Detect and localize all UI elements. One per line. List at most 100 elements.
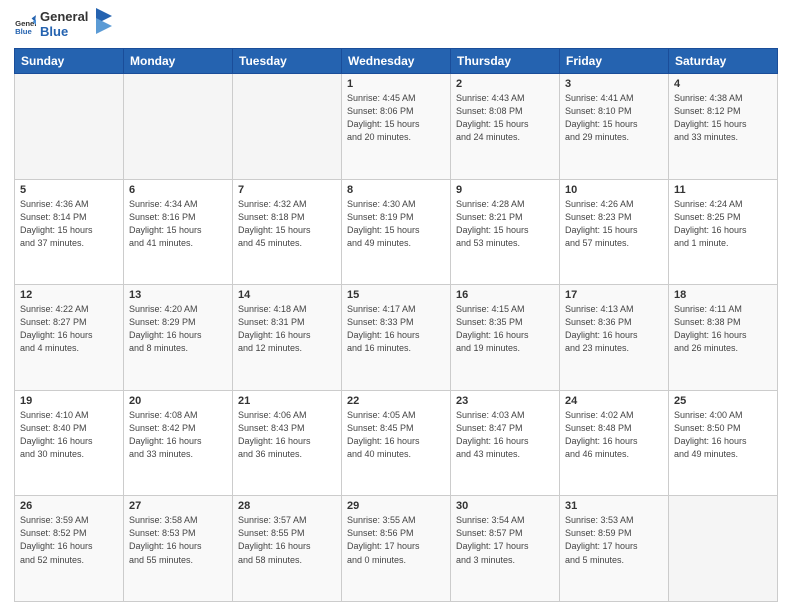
day-info: Sunrise: 3:53 AM Sunset: 8:59 PM Dayligh…: [565, 514, 663, 566]
day-info: Sunrise: 4:22 AM Sunset: 8:27 PM Dayligh…: [20, 303, 118, 355]
day-number: 19: [20, 395, 118, 407]
day-number: 5: [20, 184, 118, 196]
day-number: 21: [238, 395, 336, 407]
day-number: 18: [674, 289, 772, 301]
day-info: Sunrise: 4:36 AM Sunset: 8:14 PM Dayligh…: [20, 198, 118, 250]
day-info: Sunrise: 4:32 AM Sunset: 8:18 PM Dayligh…: [238, 198, 336, 250]
calendar-cell: [233, 73, 342, 179]
day-info: Sunrise: 4:45 AM Sunset: 8:06 PM Dayligh…: [347, 92, 445, 144]
calendar-cell: 28 Sunrise: 3:57 AM Sunset: 8:55 PM Dayli…: [233, 496, 342, 602]
day-info: Sunrise: 4:30 AM Sunset: 8:19 PM Dayligh…: [347, 198, 445, 250]
calendar-week-row: 26 Sunrise: 3:59 AM Sunset: 8:52 PM Dayli…: [15, 496, 778, 602]
weekday-header-friday: Friday: [560, 48, 669, 73]
day-info: Sunrise: 3:57 AM Sunset: 8:55 PM Dayligh…: [238, 514, 336, 566]
day-number: 15: [347, 289, 445, 301]
page-header: General Blue General Blue: [14, 10, 778, 40]
calendar-cell: 27 Sunrise: 3:58 AM Sunset: 8:53 PM Dayli…: [124, 496, 233, 602]
calendar-cell: 29 Sunrise: 3:55 AM Sunset: 8:56 PM Dayli…: [342, 496, 451, 602]
day-info: Sunrise: 4:11 AM Sunset: 8:38 PM Dayligh…: [674, 303, 772, 355]
day-number: 8: [347, 184, 445, 196]
day-info: Sunrise: 4:15 AM Sunset: 8:35 PM Dayligh…: [456, 303, 554, 355]
weekday-header-monday: Monday: [124, 48, 233, 73]
day-info: Sunrise: 4:41 AM Sunset: 8:10 PM Dayligh…: [565, 92, 663, 144]
day-info: Sunrise: 4:24 AM Sunset: 8:25 PM Dayligh…: [674, 198, 772, 250]
day-number: 27: [129, 500, 227, 512]
day-number: 30: [456, 500, 554, 512]
weekday-header-thursday: Thursday: [451, 48, 560, 73]
day-number: 10: [565, 184, 663, 196]
calendar-cell: 6 Sunrise: 4:34 AM Sunset: 8:16 PM Daylig…: [124, 179, 233, 285]
day-number: 20: [129, 395, 227, 407]
day-number: 31: [565, 500, 663, 512]
day-info: Sunrise: 4:00 AM Sunset: 8:50 PM Dayligh…: [674, 409, 772, 461]
day-info: Sunrise: 4:08 AM Sunset: 8:42 PM Dayligh…: [129, 409, 227, 461]
day-number: 22: [347, 395, 445, 407]
calendar-cell: 11Sunrise: 4:24 AM Sunset: 8:25 PM Dayli…: [669, 179, 778, 285]
calendar-header-row: SundayMondayTuesdayWednesdayThursdayFrid…: [15, 48, 778, 73]
calendar-cell: 9 Sunrise: 4:28 AM Sunset: 8:21 PM Daylig…: [451, 179, 560, 285]
calendar-cell: 31 Sunrise: 3:53 AM Sunset: 8:59 PM Dayli…: [560, 496, 669, 602]
calendar-table: SundayMondayTuesdayWednesdayThursdayFrid…: [14, 48, 778, 602]
calendar-week-row: 19 Sunrise: 4:10 AM Sunset: 8:40 PM Dayli…: [15, 390, 778, 496]
day-info: Sunrise: 4:20 AM Sunset: 8:29 PM Dayligh…: [129, 303, 227, 355]
day-number: 24: [565, 395, 663, 407]
calendar-week-row: 12Sunrise: 4:22 AM Sunset: 8:27 PM Dayli…: [15, 285, 778, 391]
svg-text:Blue: Blue: [15, 27, 32, 36]
calendar-cell: 4Sunrise: 4:38 AM Sunset: 8:12 PM Daylig…: [669, 73, 778, 179]
day-info: Sunrise: 4:18 AM Sunset: 8:31 PM Dayligh…: [238, 303, 336, 355]
weekday-header-wednesday: Wednesday: [342, 48, 451, 73]
day-info: Sunrise: 3:59 AM Sunset: 8:52 PM Dayligh…: [20, 514, 118, 566]
day-number: 6: [129, 184, 227, 196]
day-info: Sunrise: 3:55 AM Sunset: 8:56 PM Dayligh…: [347, 514, 445, 566]
calendar-cell: 1Sunrise: 4:45 AM Sunset: 8:06 PM Daylig…: [342, 73, 451, 179]
day-number: 2: [456, 78, 554, 90]
day-info: Sunrise: 4:28 AM Sunset: 8:21 PM Dayligh…: [456, 198, 554, 250]
calendar-cell: 5 Sunrise: 4:36 AM Sunset: 8:14 PM Daylig…: [15, 179, 124, 285]
day-number: 26: [20, 500, 118, 512]
calendar-cell: [669, 496, 778, 602]
calendar-cell: 24 Sunrise: 4:02 AM Sunset: 8:48 PM Dayli…: [560, 390, 669, 496]
day-number: 17: [565, 289, 663, 301]
day-info: Sunrise: 3:58 AM Sunset: 8:53 PM Dayligh…: [129, 514, 227, 566]
calendar-cell: 17 Sunrise: 4:13 AM Sunset: 8:36 PM Dayli…: [560, 285, 669, 391]
day-number: 28: [238, 500, 336, 512]
day-info: Sunrise: 4:02 AM Sunset: 8:48 PM Dayligh…: [565, 409, 663, 461]
day-number: 14: [238, 289, 336, 301]
day-info: Sunrise: 4:17 AM Sunset: 8:33 PM Dayligh…: [347, 303, 445, 355]
calendar-cell: [15, 73, 124, 179]
calendar-cell: 22 Sunrise: 4:05 AM Sunset: 8:45 PM Dayli…: [342, 390, 451, 496]
day-info: Sunrise: 3:54 AM Sunset: 8:57 PM Dayligh…: [456, 514, 554, 566]
calendar-cell: 14 Sunrise: 4:18 AM Sunset: 8:31 PM Dayli…: [233, 285, 342, 391]
day-info: Sunrise: 4:05 AM Sunset: 8:45 PM Dayligh…: [347, 409, 445, 461]
day-info: Sunrise: 4:43 AM Sunset: 8:08 PM Dayligh…: [456, 92, 554, 144]
day-number: 25: [674, 395, 772, 407]
day-number: 3: [565, 78, 663, 90]
day-info: Sunrise: 4:13 AM Sunset: 8:36 PM Dayligh…: [565, 303, 663, 355]
calendar-cell: 7 Sunrise: 4:32 AM Sunset: 8:18 PM Daylig…: [233, 179, 342, 285]
day-info: Sunrise: 4:26 AM Sunset: 8:23 PM Dayligh…: [565, 198, 663, 250]
calendar-cell: 23Sunrise: 4:03 AM Sunset: 8:47 PM Dayli…: [451, 390, 560, 496]
calendar-cell: 26 Sunrise: 3:59 AM Sunset: 8:52 PM Dayli…: [15, 496, 124, 602]
day-number: 9: [456, 184, 554, 196]
calendar-week-row: 5 Sunrise: 4:36 AM Sunset: 8:14 PM Daylig…: [15, 179, 778, 285]
calendar-cell: 16 Sunrise: 4:15 AM Sunset: 8:35 PM Dayli…: [451, 285, 560, 391]
day-info: Sunrise: 4:10 AM Sunset: 8:40 PM Dayligh…: [20, 409, 118, 461]
day-info: Sunrise: 4:34 AM Sunset: 8:16 PM Dayligh…: [129, 198, 227, 250]
day-number: 29: [347, 500, 445, 512]
calendar-cell: 30 Sunrise: 3:54 AM Sunset: 8:57 PM Dayli…: [451, 496, 560, 602]
day-number: 7: [238, 184, 336, 196]
day-info: Sunrise: 4:38 AM Sunset: 8:12 PM Dayligh…: [674, 92, 772, 144]
calendar-cell: 18 Sunrise: 4:11 AM Sunset: 8:38 PM Dayli…: [669, 285, 778, 391]
day-number: 16: [456, 289, 554, 301]
calendar-cell: 10 Sunrise: 4:26 AM Sunset: 8:23 PM Dayli…: [560, 179, 669, 285]
logo-line1: General: [40, 10, 88, 25]
calendar-cell: 15 Sunrise: 4:17 AM Sunset: 8:33 PM Dayli…: [342, 285, 451, 391]
weekday-header-saturday: Saturday: [669, 48, 778, 73]
calendar-cell: 3 Sunrise: 4:41 AM Sunset: 8:10 PM Daylig…: [560, 73, 669, 179]
calendar-week-row: 1Sunrise: 4:45 AM Sunset: 8:06 PM Daylig…: [15, 73, 778, 179]
logo: General Blue General Blue: [14, 10, 112, 40]
weekday-header-tuesday: Tuesday: [233, 48, 342, 73]
day-info: Sunrise: 4:06 AM Sunset: 8:43 PM Dayligh…: [238, 409, 336, 461]
day-info: Sunrise: 4:03 AM Sunset: 8:47 PM Dayligh…: [456, 409, 554, 461]
calendar-cell: 21 Sunrise: 4:06 AM Sunset: 8:43 PM Dayli…: [233, 390, 342, 496]
